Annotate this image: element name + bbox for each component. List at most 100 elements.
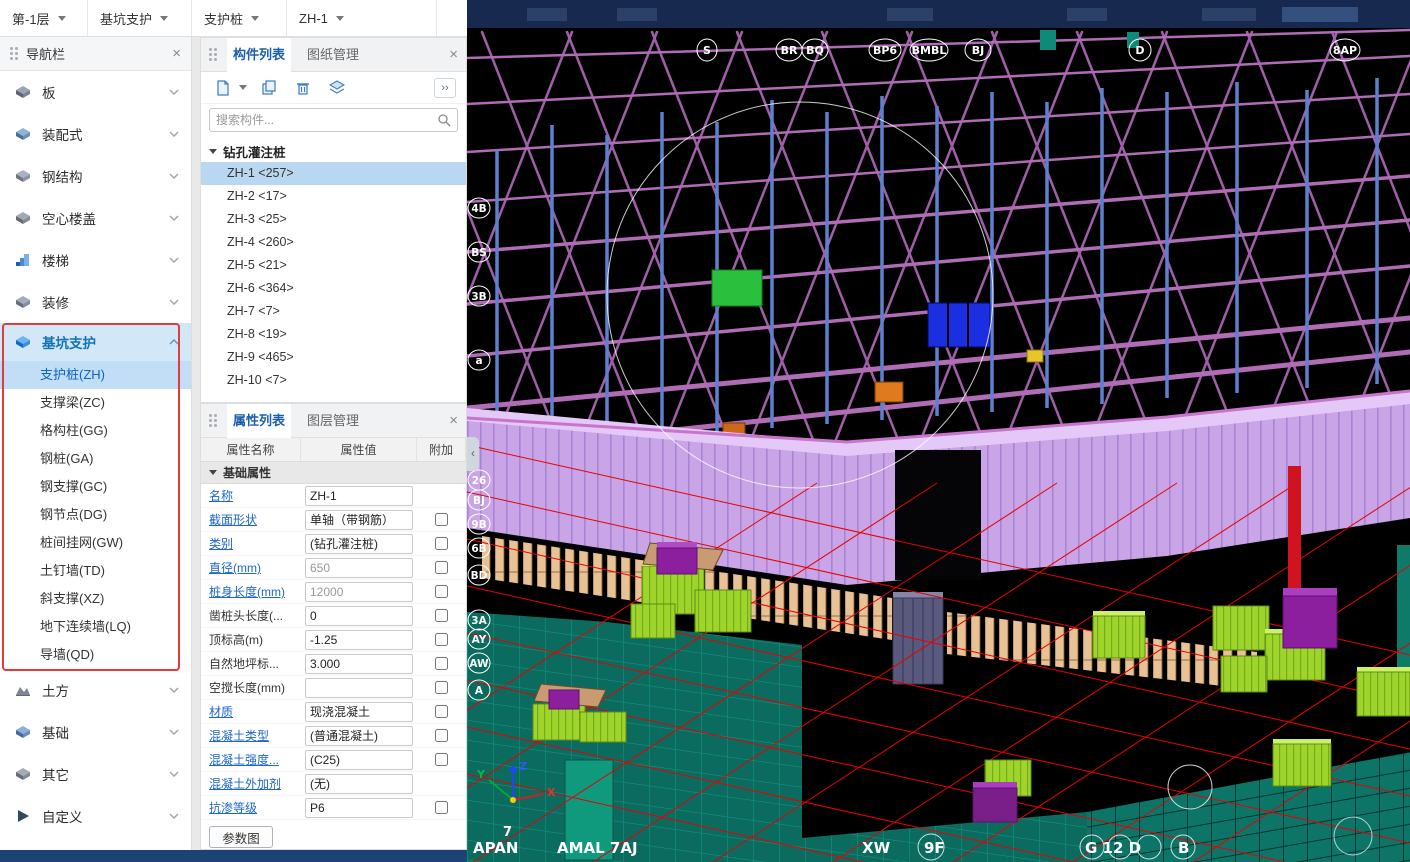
property-name[interactable]: 混凝土类型 [201, 727, 301, 744]
sidebar-item-earthwork[interactable]: 土方 [0, 669, 191, 711]
close-icon[interactable]: × [449, 47, 458, 62]
component-item[interactable]: ZH-4 <260> [201, 231, 466, 254]
parameter-diagram-button[interactable]: 参数图 [209, 826, 273, 848]
category-selector-dropdown[interactable]: 基坑支护 [88, 0, 192, 36]
component-item[interactable]: ZH-9 <465> [201, 346, 466, 369]
sidebar-item-decoration[interactable]: 装修 [0, 281, 191, 323]
property-value-input[interactable] [305, 534, 413, 554]
property-name[interactable]: 直径(mm) [201, 559, 301, 576]
sidebar-subitem-ga[interactable]: 钢桩(GA) [0, 445, 191, 473]
component-item[interactable]: ZH-7 <7> [201, 300, 466, 323]
sidebar-subitem-gg[interactable]: 格构柱(GG) [0, 417, 191, 445]
property-section-header[interactable]: 基础属性 [201, 462, 466, 484]
close-icon[interactable]: × [172, 46, 181, 61]
property-name[interactable]: 类别 [201, 535, 301, 552]
viewport-3d[interactable]: S BR BQ BP6 BMBL BJ D 8AP 4B BS 3B a 26 … [467, 0, 1410, 862]
property-name[interactable]: 桩身长度(mm) [201, 583, 301, 600]
grid-label: BP6 [873, 44, 897, 57]
property-checkbox[interactable] [435, 633, 448, 646]
tab-property-list[interactable]: 属性列表 [227, 404, 291, 438]
component-item[interactable]: ZH-3 <25> [201, 208, 466, 231]
property-name[interactable]: 混凝土强度... [201, 751, 301, 768]
panel-collapse-button[interactable]: ‹ [467, 437, 479, 471]
property-checkbox[interactable] [435, 609, 448, 622]
sidebar-item-steel[interactable]: 钢结构 [0, 155, 191, 197]
sidebar-item-slab[interactable]: 板 [0, 71, 191, 113]
component-item[interactable]: ZH-1 <257> [201, 162, 466, 185]
component-item[interactable]: ZH-6 <364> [201, 277, 466, 300]
property-value-input[interactable] [305, 774, 413, 794]
property-checkbox[interactable] [435, 657, 448, 670]
tree-group-row[interactable]: 钻孔灌注桩 [201, 140, 466, 162]
chevron-down-icon[interactable] [239, 85, 247, 90]
property-value-input[interactable] [305, 726, 413, 746]
property-name[interactable]: 截面形状 [201, 511, 301, 528]
search-input[interactable] [216, 113, 437, 127]
floor-selector-dropdown[interactable]: 第-1层 [0, 0, 88, 36]
property-checkbox[interactable] [435, 537, 448, 550]
delete-component-button[interactable] [291, 76, 315, 100]
sidebar-item-label: 土方 [42, 680, 159, 700]
sidebar-item-other[interactable]: 其它 [0, 753, 191, 795]
property-name[interactable]: 抗渗等级 [201, 799, 301, 816]
sidebar-subitem-qd[interactable]: 导墙(QD) [0, 641, 191, 669]
property-checkbox[interactable] [435, 729, 448, 742]
component-item[interactable]: ZH-5 <21> [201, 254, 466, 277]
component-item[interactable]: ZH-2 <17> [201, 185, 466, 208]
property-value-input[interactable] [305, 486, 413, 506]
property-checkbox[interactable] [435, 513, 448, 526]
grid-label: D [1135, 44, 1144, 57]
property-value-input[interactable] [305, 630, 413, 650]
property-value-input[interactable] [305, 750, 413, 770]
property-checkbox[interactable] [435, 705, 448, 718]
sidebar-subitem-zh[interactable]: 支护桩(ZH) [0, 361, 191, 389]
property-value-input[interactable] [305, 606, 413, 626]
more-tools-button[interactable]: ›› [434, 78, 456, 98]
component-item[interactable]: ZH-8 <19> [201, 323, 466, 346]
property-value-input[interactable] [305, 558, 413, 578]
sidebar-subitem-xz[interactable]: 斜支撑(XZ) [0, 585, 191, 613]
sidebar-item-prefab[interactable]: 装配式 [0, 113, 191, 155]
axis-x-label: X [547, 786, 556, 799]
type-selector-dropdown[interactable]: 支护桩 [192, 0, 287, 36]
property-name[interactable]: 混凝土外加剂 [201, 775, 301, 792]
property-name[interactable]: 材质 [201, 703, 301, 720]
component-item[interactable]: ZH-10 <7> [201, 369, 466, 392]
property-value-input[interactable] [305, 510, 413, 530]
column-header: 属性名称 [201, 438, 301, 461]
sidebar-item-foundation[interactable]: 基础 [0, 711, 191, 753]
component-selector-dropdown[interactable]: ZH-1 [287, 0, 437, 36]
property-checkbox[interactable] [435, 753, 448, 766]
sidebar-item-hollow-floor[interactable]: 空心楼盖 [0, 197, 191, 239]
property-value-input[interactable] [305, 654, 413, 674]
property-value-input[interactable] [305, 582, 413, 602]
property-value-input[interactable] [305, 702, 413, 722]
search-icon[interactable] [437, 113, 451, 127]
property-checkbox[interactable] [435, 585, 448, 598]
sidebar-subitem-zc[interactable]: 支撑梁(ZC) [0, 389, 191, 417]
tab-component-list[interactable]: 构件列表 [227, 38, 291, 72]
property-checkbox[interactable] [435, 801, 448, 814]
tab-drawing-management[interactable]: 图纸管理 [301, 38, 365, 72]
sidebar-subitem-lq[interactable]: 地下连续墙(LQ) [0, 613, 191, 641]
property-value-input[interactable] [305, 678, 413, 698]
property-panel-tabs: 属性列表 图层管理 × [201, 404, 466, 438]
layer-copy-button[interactable] [325, 76, 349, 100]
column-header: 属性值 [301, 438, 417, 461]
sidebar-item-stairs[interactable]: 楼梯 [0, 239, 191, 281]
sidebar-item-custom[interactable]: 自定义 [0, 795, 191, 837]
close-icon[interactable]: × [449, 413, 458, 428]
tab-layer-management[interactable]: 图层管理 [301, 404, 365, 438]
property-value-input[interactable] [305, 798, 413, 818]
copy-component-button[interactable] [257, 76, 281, 100]
tree-expander-icon[interactable] [209, 149, 217, 154]
sidebar-subitem-gw[interactable]: 桩间挂网(GW) [0, 529, 191, 557]
property-checkbox[interactable] [435, 681, 448, 694]
sidebar-subitem-dg[interactable]: 钢节点(DG) [0, 501, 191, 529]
new-component-button[interactable] [211, 76, 235, 100]
property-checkbox[interactable] [435, 561, 448, 574]
property-name[interactable]: 名称 [201, 487, 301, 504]
sidebar-subitem-td[interactable]: 土钉墙(TD) [0, 557, 191, 585]
sidebar-item-pit-support[interactable]: 基坑支护 [0, 323, 191, 361]
sidebar-subitem-gc[interactable]: 钢支撑(GC) [0, 473, 191, 501]
